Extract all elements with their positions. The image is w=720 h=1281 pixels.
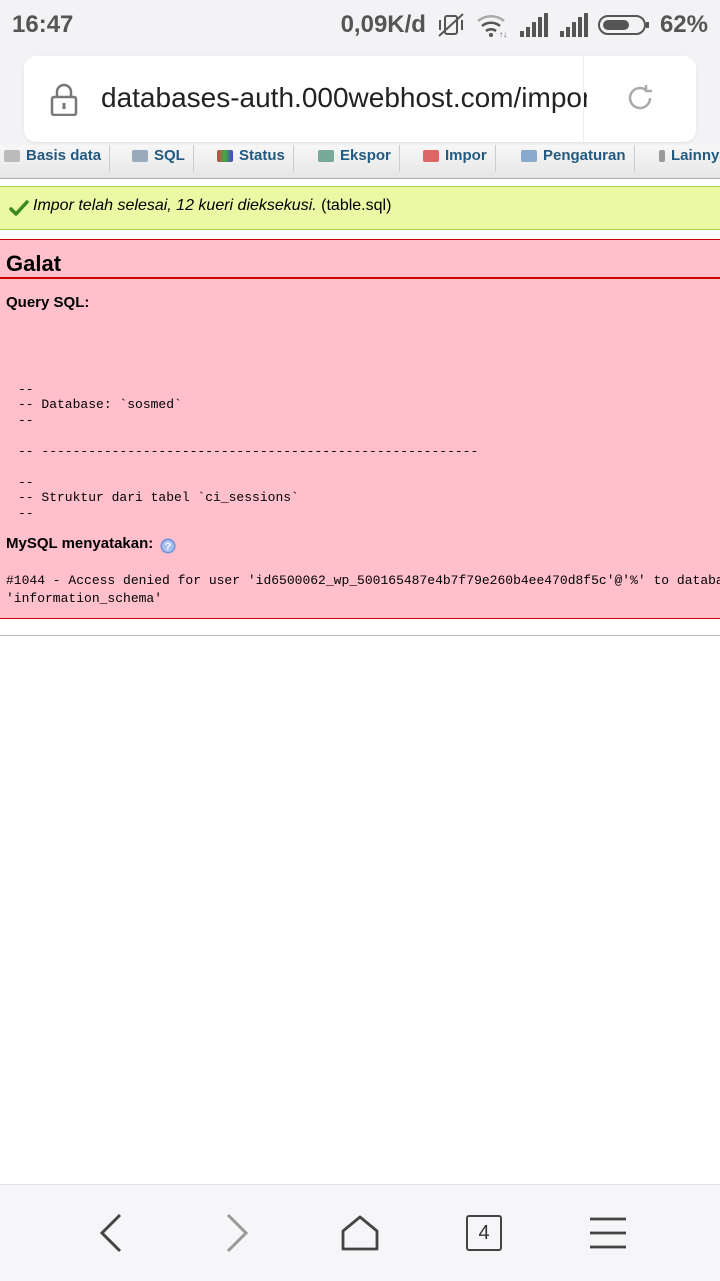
tabs-icon[interactable]: 4 — [464, 1213, 504, 1253]
content-divider — [0, 635, 720, 636]
success-main-text: Impor telah selesai, 12 kueri dieksekusi… — [33, 197, 317, 214]
network-speed: 0,09K/d — [340, 11, 426, 38]
lock-icon — [50, 82, 78, 121]
url-divider — [583, 56, 584, 142]
sql-line: -- -------------------------------------… — [18, 444, 479, 459]
success-file-text: (table.sql) — [316, 197, 392, 214]
status-bar: 16:47 0,09K/d ↑↓ 62% — [0, 0, 720, 50]
vibrate-off-icon — [436, 12, 466, 38]
success-message: Impor telah selesai, 12 kueri dieksekusi… — [0, 186, 720, 230]
error-box: Galat Query SQL: -- -- Database: `sosmed… — [0, 239, 720, 619]
menu-icon[interactable] — [588, 1213, 628, 1253]
sql-line: -- — [18, 382, 34, 397]
svg-text:?: ? — [165, 541, 172, 553]
error-title-rule — [0, 277, 720, 279]
sql-line: -- — [18, 475, 34, 490]
database-icon — [4, 149, 20, 162]
sql-icon — [132, 149, 148, 162]
tab-label: Lainnya — [671, 147, 720, 164]
tab-import[interactable]: Impor — [409, 145, 496, 172]
address-bar[interactable]: databases-auth.000webhost.com/import.php — [24, 56, 696, 142]
forward-icon[interactable] — [216, 1213, 256, 1253]
sql-line: -- Struktur dari tabel `ci_sessions` — [18, 490, 299, 505]
more-icon — [659, 149, 665, 162]
tab-label: SQL — [154, 147, 185, 164]
sql-line: -- Database: `sosmed` — [18, 397, 182, 412]
battery-icon — [597, 14, 650, 36]
signal-icon — [558, 13, 588, 37]
checkmark-icon — [9, 200, 29, 221]
import-icon — [423, 149, 439, 162]
error-title: Galat — [6, 251, 62, 276]
export-icon — [318, 149, 334, 162]
sql-line: -- — [18, 506, 34, 521]
tab-settings[interactable]: Pengaturan — [507, 145, 635, 172]
status-icon — [217, 149, 233, 162]
wifi-icon: ↑↓ — [476, 12, 508, 38]
tab-status[interactable]: Status — [203, 145, 294, 172]
svg-text:↑↓: ↑↓ — [499, 30, 507, 38]
status-right: 0,09K/d ↑↓ 62% — [341, 11, 708, 39]
tab-sql[interactable]: SQL — [118, 145, 194, 172]
phpmyadmin-top-nav: Basis data SQL Status Ekspor Impor Penga… — [0, 145, 720, 179]
success-text: Impor telah selesai, 12 kueri dieksekusi… — [33, 197, 391, 215]
settings-icon — [521, 149, 537, 162]
query-sql-label: Query SQL: — [6, 294, 90, 311]
mysql-error-message: #1044 - Access denied for user 'id650006… — [6, 573, 720, 606]
reload-icon[interactable] — [624, 82, 656, 119]
status-time: 16:47 — [12, 11, 74, 38]
tab-label: Ekspor — [340, 147, 391, 164]
url-text[interactable]: databases-auth.000webhost.com/import.php — [101, 82, 587, 118]
tab-label: Impor — [445, 147, 487, 164]
tab-database[interactable]: Basis data — [0, 145, 111, 172]
tab-export[interactable]: Ekspor — [304, 145, 400, 172]
tab-label: Basis data — [26, 147, 102, 164]
tabs-count: 4 — [466, 1215, 502, 1251]
browser-bottom-bar: 4 — [0, 1184, 720, 1281]
tab-label: Status — [239, 147, 285, 164]
signal-icon — [518, 13, 548, 37]
address-bar-area: databases-auth.000webhost.com/import.php — [0, 50, 720, 145]
back-icon[interactable] — [92, 1213, 132, 1253]
sql-line: -- — [18, 413, 34, 428]
tab-more[interactable]: Lainnya — [643, 145, 720, 172]
tab-label: Pengaturan — [543, 147, 626, 164]
home-icon[interactable] — [340, 1213, 380, 1253]
help-icon[interactable]: ? — [160, 538, 176, 559]
battery-percent: 62% — [659, 11, 708, 38]
mysql-says-label: MySQL menyatakan: — [6, 535, 154, 552]
